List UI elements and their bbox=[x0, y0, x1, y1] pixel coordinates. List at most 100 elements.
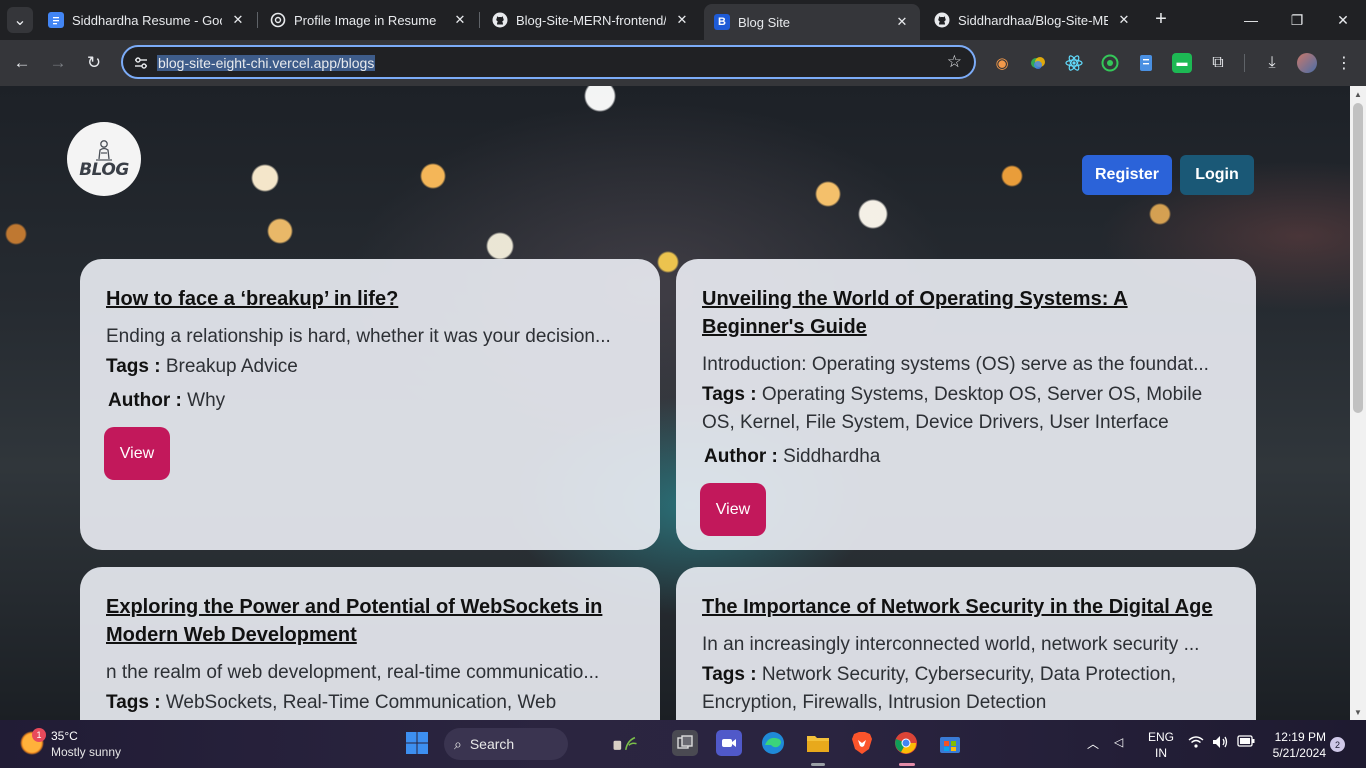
tab-github-repo[interactable]: Siddhardhaa/Blog-Site-MERN ✕ bbox=[924, 4, 1142, 36]
page-scrollbar[interactable]: ▲ ▼ bbox=[1350, 86, 1366, 720]
location-arrow-icon[interactable]: ◁ bbox=[1114, 735, 1123, 749]
microsoft-store-icon[interactable] bbox=[937, 730, 963, 756]
weather-condition: Mostly sunny bbox=[51, 745, 122, 759]
new-tab-button[interactable]: + bbox=[1150, 8, 1172, 30]
close-icon[interactable]: ✕ bbox=[228, 10, 248, 30]
close-icon[interactable]: ✕ bbox=[450, 10, 470, 30]
toolbar-separator bbox=[1244, 54, 1245, 72]
clock-time: 12:19 PM bbox=[1274, 730, 1326, 744]
minimize-icon: — bbox=[1244, 12, 1258, 28]
tags-value: WebSockets, Real-Time Communication, Web bbox=[165, 692, 557, 713]
show-hidden-icons-chevron-up-icon[interactable]: ︿ bbox=[1087, 735, 1099, 752]
logo-person-icon bbox=[96, 140, 112, 161]
tab-profile-image[interactable]: Profile Image in Resume ✕ bbox=[260, 4, 478, 36]
notification-badge[interactable]: 2 bbox=[1330, 737, 1345, 752]
browser-tab-strip: ⌄ Siddhardha Resume - Google Docs ✕ Prof… bbox=[0, 0, 1366, 40]
author-label: Author : bbox=[704, 446, 778, 467]
battery-icon[interactable] bbox=[1237, 735, 1255, 750]
puzzle-extensions-icon[interactable]: ⧉ bbox=[1208, 53, 1228, 73]
tab-separator bbox=[257, 12, 258, 28]
meet-video-icon[interactable] bbox=[716, 730, 742, 756]
tags-label: Tags : bbox=[106, 692, 161, 713]
site-settings-icon[interactable] bbox=[132, 54, 150, 72]
tab-search-button[interactable]: ⌄ bbox=[7, 7, 33, 33]
colorful-extension-icon[interactable] bbox=[1028, 53, 1048, 73]
scroll-up-icon[interactable]: ▲ bbox=[1354, 90, 1362, 99]
author-value: Siddhardha bbox=[783, 446, 881, 467]
scroll-thumb[interactable] bbox=[1353, 103, 1363, 413]
arrow-left-icon: ← bbox=[13, 53, 31, 72]
blog-title-link[interactable]: How to face a ‘breakup’ in life? bbox=[106, 285, 634, 313]
scroll-down-icon[interactable]: ▼ bbox=[1354, 708, 1362, 717]
blog-card: Unveiling the World of Operating Systems… bbox=[676, 259, 1256, 550]
blog-author: Author : Why bbox=[108, 387, 634, 415]
blog-tags: Tags : WebSockets, Real-Time Communicati… bbox=[106, 689, 634, 717]
windows-start-icon[interactable] bbox=[404, 730, 430, 756]
close-icon[interactable]: ✕ bbox=[672, 10, 692, 30]
chrome-browser-icon[interactable] bbox=[893, 730, 919, 756]
blog-title-link[interactable]: The Importance of Network Security in th… bbox=[702, 593, 1230, 621]
forward-button[interactable]: → bbox=[44, 49, 72, 77]
edge-browser-icon[interactable] bbox=[760, 730, 786, 756]
active-app-indicator bbox=[899, 763, 915, 766]
tags-value: Operating Systems, Desktop OS, Server OS… bbox=[702, 384, 1203, 433]
blog-tags: Tags : Network Security, Cybersecurity, … bbox=[702, 661, 1230, 717]
blog-title-link[interactable]: Exploring the Power and Potential of Web… bbox=[106, 593, 634, 649]
download-icon[interactable]: ⤓ bbox=[1262, 53, 1282, 73]
windows-taskbar: 1 35°C Mostly sunny ⌕ Search ︿ ◁ ENG IN bbox=[0, 720, 1366, 768]
tab-title: Siddhardha Resume - Google Docs bbox=[72, 12, 222, 28]
blog-title-link[interactable]: Unveiling the World of Operating Systems… bbox=[702, 285, 1230, 341]
github-icon bbox=[934, 12, 950, 28]
login-button[interactable]: Login bbox=[1180, 155, 1254, 195]
blog-card: Exploring the Power and Potential of Web… bbox=[80, 567, 660, 720]
close-icon[interactable]: ✕ bbox=[1114, 10, 1134, 30]
blog-excerpt: Introduction: Operating systems (OS) ser… bbox=[702, 354, 1209, 375]
brave-browser-icon[interactable] bbox=[849, 730, 875, 756]
address-bar[interactable]: blog-site-eight-chi.vercel.app/blogs ☆ bbox=[121, 45, 976, 79]
react-devtools-icon[interactable] bbox=[1064, 53, 1084, 73]
register-button[interactable]: Register bbox=[1082, 155, 1172, 195]
tags-value: Breakup Advice bbox=[165, 356, 298, 377]
back-button[interactable]: ← bbox=[8, 49, 36, 77]
tab-blog-site[interactable]: B Blog Site ✕ bbox=[704, 4, 920, 40]
more-menu-icon[interactable]: ⋮ bbox=[1334, 53, 1354, 73]
task-view-icon[interactable] bbox=[672, 730, 698, 756]
cookie-extension-icon[interactable]: ◉ bbox=[992, 53, 1012, 73]
blog-excerpt: n the realm of web development, real-tim… bbox=[106, 662, 600, 683]
tab-title: Blog-Site-MERN-frontend/R bbox=[516, 12, 666, 28]
language-indicator[interactable]: ENG IN bbox=[1148, 729, 1174, 761]
plus-icon: + bbox=[1155, 7, 1167, 30]
view-button[interactable]: View bbox=[104, 427, 170, 480]
view-button[interactable]: View bbox=[700, 483, 766, 536]
site-logo[interactable]: BLOG bbox=[67, 122, 141, 196]
profile-avatar[interactable] bbox=[1297, 53, 1317, 73]
search-label: Search bbox=[469, 736, 515, 752]
region-code: IN bbox=[1155, 746, 1167, 760]
bookmark-star-icon[interactable]: ☆ bbox=[947, 52, 962, 72]
close-icon[interactable]: ✕ bbox=[892, 12, 912, 32]
reload-button[interactable]: ↻ bbox=[80, 49, 108, 77]
tags-value: Network Security, Cybersecurity, Data Pr… bbox=[702, 664, 1177, 713]
minimize-button[interactable]: — bbox=[1228, 0, 1274, 40]
logo-text: BLOG bbox=[79, 160, 129, 180]
volume-icon[interactable] bbox=[1212, 735, 1230, 752]
author-value: Why bbox=[187, 390, 226, 411]
system-clock[interactable]: 12:19 PM 5/21/2024 bbox=[1268, 729, 1326, 761]
widgets-plant-icon[interactable] bbox=[612, 730, 638, 756]
green-extension-icon[interactable]: ▬ bbox=[1172, 53, 1192, 73]
window-close-button[interactable]: ✕ bbox=[1320, 0, 1366, 40]
blog-card: The Importance of Network Security in th… bbox=[676, 567, 1256, 720]
reload-icon: ↻ bbox=[86, 53, 102, 72]
tab-github-frontend[interactable]: Blog-Site-MERN-frontend/R ✕ bbox=[482, 4, 700, 36]
docs-extension-icon[interactable] bbox=[1136, 53, 1156, 73]
tab-resume-doc[interactable]: Siddhardha Resume - Google Docs ✕ bbox=[38, 4, 256, 36]
file-explorer-icon[interactable] bbox=[805, 730, 831, 756]
maximize-button[interactable]: ❐ bbox=[1274, 0, 1320, 40]
arrow-right-icon: → bbox=[49, 53, 67, 72]
wifi-icon[interactable] bbox=[1188, 735, 1204, 752]
url-text[interactable]: blog-site-eight-chi.vercel.app/blogs bbox=[157, 55, 376, 71]
tab-title: Blog Site bbox=[738, 14, 791, 30]
tags-label: Tags : bbox=[702, 664, 757, 685]
target-extension-icon[interactable] bbox=[1100, 53, 1120, 73]
taskbar-search[interactable]: ⌕ Search bbox=[444, 728, 568, 760]
